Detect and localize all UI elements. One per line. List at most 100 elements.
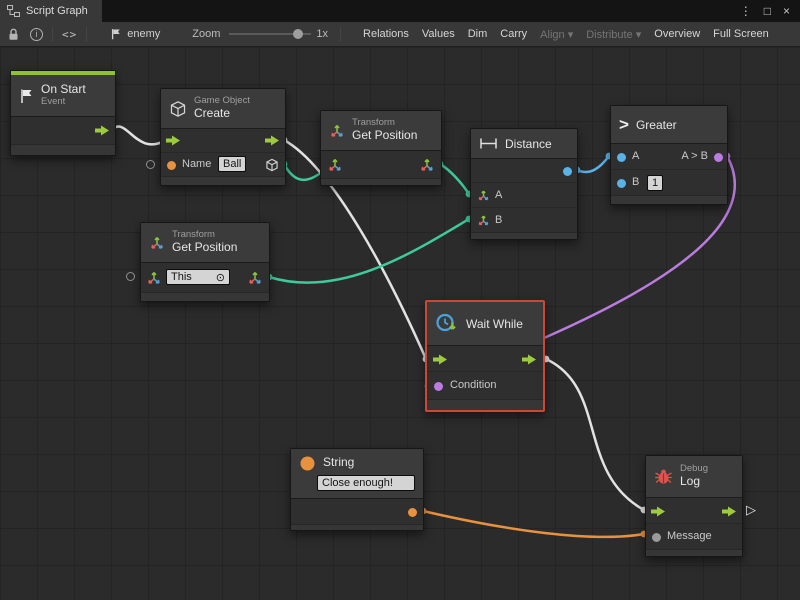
b-input-port[interactable] (617, 179, 626, 188)
node-title: Log (680, 475, 708, 489)
position-output-port[interactable] (419, 157, 435, 173)
node-footer (611, 196, 727, 204)
name-value-field[interactable]: Ball (218, 156, 246, 172)
gameobject-output-port[interactable] (265, 158, 279, 172)
node-title: Get Position (172, 241, 237, 255)
b-port-label: B (632, 176, 639, 188)
maximize-icon[interactable]: □ (764, 4, 771, 18)
unconnected-port-indicator (126, 272, 135, 281)
bug-icon (654, 468, 673, 485)
values-button[interactable]: Values (422, 28, 455, 40)
target-value-field[interactable]: This ⊙ (166, 269, 230, 285)
a-port-label: A (632, 150, 639, 162)
node-footer (291, 525, 423, 530)
result-port-label: A > B (681, 150, 708, 162)
node-title: Greater (636, 118, 677, 132)
gameobject-cube-icon (169, 100, 187, 118)
zoom-slider-handle[interactable] (293, 29, 303, 39)
flow-output-port[interactable] (265, 135, 280, 146)
node-create[interactable]: Game Object Create Name Ball (160, 88, 286, 186)
string-circle-icon (299, 455, 316, 472)
flow-input-port[interactable] (651, 506, 666, 517)
node-footer (11, 145, 115, 155)
full-screen-button[interactable]: Full Screen (713, 28, 769, 40)
toolbar-separator (340, 27, 341, 42)
zoom-slider[interactable] (229, 27, 311, 41)
align-button[interactable]: Align ▾ (540, 28, 573, 41)
name-input-port[interactable] (167, 161, 176, 170)
dim-button[interactable]: Dim (468, 28, 488, 40)
node-wait-while[interactable]: Wait While Condition (425, 300, 545, 412)
vector-b-input-port[interactable] (477, 214, 490, 227)
node-string[interactable]: String Close enough! (290, 448, 424, 531)
node-title: Create (194, 107, 250, 121)
b-port-label: B (495, 214, 502, 226)
node-footer (471, 233, 577, 239)
zoom-value: 1x (316, 28, 328, 40)
transform-input-port[interactable] (327, 157, 343, 173)
node-footer (141, 293, 269, 301)
toolbar-separator (86, 27, 87, 42)
distance-output-port[interactable] (563, 167, 572, 176)
node-footer (427, 400, 543, 410)
transform-input-port[interactable] (146, 270, 162, 286)
node-distance[interactable]: Distance A B (470, 128, 578, 240)
toolbar-separator (52, 27, 53, 42)
graph-owner-icon (110, 28, 122, 40)
string-output-port[interactable] (408, 508, 417, 517)
flow-output-port[interactable] (722, 506, 737, 517)
flow-output-port[interactable] (522, 354, 537, 365)
transform-axes-icon (149, 235, 165, 251)
node-get-position-left[interactable]: Transform Get Position This ⊙ (140, 222, 270, 302)
window-menu-icon[interactable]: ⋮ (740, 4, 752, 18)
transform-axes-icon (329, 123, 345, 139)
tab-script-graph[interactable]: Script Graph (0, 0, 102, 22)
align-label: Align (540, 29, 564, 41)
overview-button[interactable]: Overview (654, 28, 700, 40)
node-footer (161, 177, 285, 185)
position-output-port[interactable] (247, 270, 263, 286)
flow-output-port[interactable] (95, 125, 110, 136)
vector-a-input-port[interactable] (477, 189, 490, 202)
carry-button[interactable]: Carry (500, 28, 527, 40)
close-icon[interactable]: × (783, 4, 790, 18)
node-title: Wait While (466, 317, 523, 331)
node-on-start-event[interactable]: On Start Event (10, 70, 116, 156)
node-log[interactable]: Debug Log Message (645, 455, 743, 557)
target-value-text: This (171, 271, 192, 283)
node-subtitle: Event (41, 97, 86, 108)
b-value-field[interactable]: 1 (647, 175, 663, 191)
lock-icon[interactable] (8, 28, 19, 41)
chevron-down-icon: ▾ (568, 29, 574, 41)
script-graph-icon (7, 5, 20, 17)
condition-port-label: Condition (450, 379, 496, 391)
wait-clock-icon (435, 312, 459, 335)
message-input-port[interactable] (652, 533, 661, 542)
distribute-label: Distribute (586, 29, 632, 41)
flag-icon (19, 88, 34, 104)
condition-input-port[interactable] (434, 382, 443, 391)
node-greater[interactable]: > Greater A A > B B 1 (610, 105, 728, 205)
relations-button[interactable]: Relations (363, 28, 409, 40)
window-titlebar: Script Graph ⋮ □ × (0, 0, 800, 22)
string-value-field[interactable]: Close enough! (317, 475, 415, 491)
tab-title: Script Graph (26, 5, 88, 17)
node-get-position-top[interactable]: Transform Get Position (320, 110, 442, 186)
distribute-button[interactable]: Distribute ▾ (586, 28, 641, 41)
flow-input-port[interactable] (433, 354, 448, 365)
object-picker-icon[interactable]: ⊙ (216, 271, 225, 284)
greater-than-icon: > (619, 115, 629, 135)
info-icon[interactable]: i (30, 28, 43, 41)
zoom-label: Zoom (192, 28, 220, 40)
graph-name-label: enemy (127, 28, 160, 40)
node-title: String (323, 455, 354, 469)
unconnected-port-indicator (146, 160, 155, 169)
a-input-port[interactable] (617, 153, 626, 162)
result-output-port[interactable] (714, 153, 723, 162)
a-port-label: A (495, 189, 502, 201)
ruler-icon (479, 137, 498, 150)
flow-continuation-icon: ▷ (746, 502, 756, 518)
flow-input-port[interactable] (166, 135, 181, 146)
code-icon[interactable]: <> (62, 28, 77, 41)
node-title: Distance (505, 137, 552, 151)
